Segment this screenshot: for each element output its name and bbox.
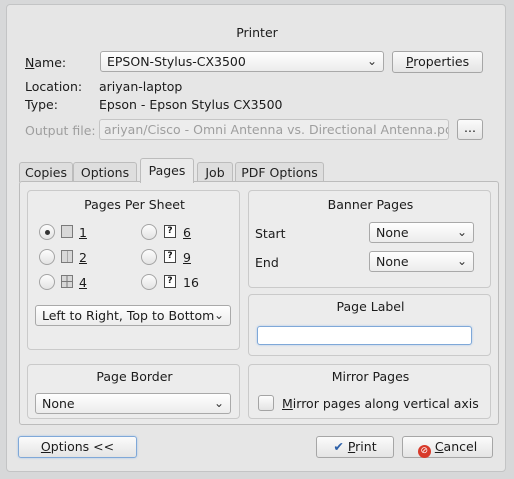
tab-job[interactable]: Job [197, 162, 233, 182]
browse-button[interactable]: ... [457, 119, 483, 140]
tab-pages[interactable]: Pages [140, 158, 194, 183]
pages-per-sheet-title: Pages Per Sheet [84, 197, 185, 212]
output-file-value: ariyan/Cisco - Omni Antenna vs. Directio… [104, 122, 449, 137]
properties-button-label: Properties [405, 54, 470, 69]
banner-start-value: None [376, 225, 409, 240]
tab-job-label: Job [205, 165, 225, 180]
mirror-pages-label[interactable]: Mirror pages along vertical axis [282, 396, 479, 411]
pps-label-6: 6 [183, 225, 191, 240]
browse-button-label: ... [464, 120, 476, 135]
pages-per-sheet-group: Pages Per Sheet 1 2 4 ? 6 ? 9 ? 16 Left … [27, 190, 240, 350]
one-page-icon [61, 225, 73, 238]
location-value: ariyan-laptop [99, 79, 183, 94]
dialog-title: Printer [236, 25, 278, 40]
print-button[interactable]: ✔ Print [316, 436, 394, 458]
print-button-label: Print [347, 439, 377, 454]
chevron-down-icon: ⌄ [456, 225, 467, 239]
cancel-button-label: Cancel [434, 439, 478, 454]
pps-radio-9[interactable] [141, 249, 157, 265]
pages-tab-panel: Pages Per Sheet 1 2 4 ? 6 ? 9 ? 16 Left … [19, 181, 499, 425]
type-label: Type: [25, 97, 58, 112]
print-dialog: Printer Name: EPSON-Stylus-CX3500 ⌄ Prop… [6, 4, 506, 472]
tab-copies-label: Copies [25, 165, 67, 180]
banner-pages-group: Banner Pages Start None ⌄ End None ⌄ [248, 190, 491, 288]
page-border-select[interactable]: None ⌄ [35, 393, 231, 414]
options-toggle-button[interactable]: Options << [18, 436, 137, 458]
page-label-title: Page Label [336, 299, 405, 314]
page-label-group: Page Label [248, 294, 491, 356]
cancel-button[interactable]: ⊘ Cancel [402, 436, 493, 458]
chevron-down-icon: ⌄ [213, 396, 224, 410]
banner-end-value: None [376, 254, 409, 269]
chevron-down-icon: ⌄ [366, 54, 377, 68]
page-label-input[interactable] [257, 326, 472, 345]
tab-pdf-options[interactable]: PDF Options [235, 162, 324, 182]
tab-options[interactable]: Options [73, 162, 137, 182]
pps-radio-6[interactable] [141, 224, 157, 240]
printer-select-value: EPSON-Stylus-CX3500 [107, 54, 246, 69]
pps-label-2: 2 [79, 250, 87, 265]
pps-label-4: 4 [79, 275, 87, 290]
banner-end-select[interactable]: None ⌄ [369, 251, 474, 272]
pps-radio-4[interactable] [39, 274, 55, 290]
four-pages-icon [61, 275, 73, 288]
location-label: Location: [25, 79, 83, 94]
chevron-down-icon: ⌄ [456, 254, 467, 268]
banner-end-label: End [255, 255, 279, 270]
mirror-pages-checkbox[interactable] [258, 395, 274, 411]
mirror-pages-group: Mirror Pages Mirror pages along vertical… [248, 364, 491, 419]
page-border-value: None [42, 396, 75, 411]
type-value: Epson - Epson Stylus CX3500 [99, 97, 283, 112]
pps-radio-1[interactable] [39, 224, 55, 240]
checkmark-icon: ✔ [333, 439, 344, 454]
cancel-icon: ⊘ [417, 445, 431, 458]
tab-pages-label: Pages [148, 163, 186, 178]
printer-select[interactable]: EPSON-Stylus-CX3500 ⌄ [100, 51, 384, 72]
page-order-value: Left to Right, Top to Bottom [42, 308, 215, 323]
output-file-field[interactable]: ariyan/Cisco - Omni Antenna vs. Directio… [99, 119, 449, 140]
two-pages-icon [61, 250, 73, 263]
page-order-select[interactable]: Left to Right, Top to Bottom ⌄ [35, 305, 231, 326]
tab-copies[interactable]: Copies [19, 162, 73, 182]
pps-radio-16[interactable] [141, 274, 157, 290]
unknown-layout-icon: ? [164, 275, 176, 288]
pps-label-16: 16 [183, 275, 199, 290]
printer-name-label: Name: [25, 55, 67, 70]
banner-start-select[interactable]: None ⌄ [369, 222, 474, 243]
banner-start-label: Start [255, 226, 286, 241]
chevron-down-icon: ⌄ [213, 308, 224, 322]
pps-radio-2[interactable] [39, 249, 55, 265]
tab-pdf-options-label: PDF Options [241, 165, 318, 180]
page-border-group: Page Border None ⌄ [27, 364, 240, 419]
pps-label-1: 1 [79, 225, 87, 240]
properties-button[interactable]: Properties [392, 51, 483, 73]
mirror-pages-title: Mirror Pages [331, 369, 410, 384]
banner-pages-title: Banner Pages [327, 197, 414, 212]
output-file-label: Output file: [25, 123, 96, 138]
pps-label-9: 9 [183, 250, 191, 265]
tab-options-label: Options [80, 165, 130, 180]
options-toggle-label: Options << [40, 439, 115, 454]
page-border-title: Page Border [96, 369, 173, 384]
unknown-layout-icon: ? [164, 225, 176, 238]
unknown-layout-icon: ? [164, 250, 176, 263]
